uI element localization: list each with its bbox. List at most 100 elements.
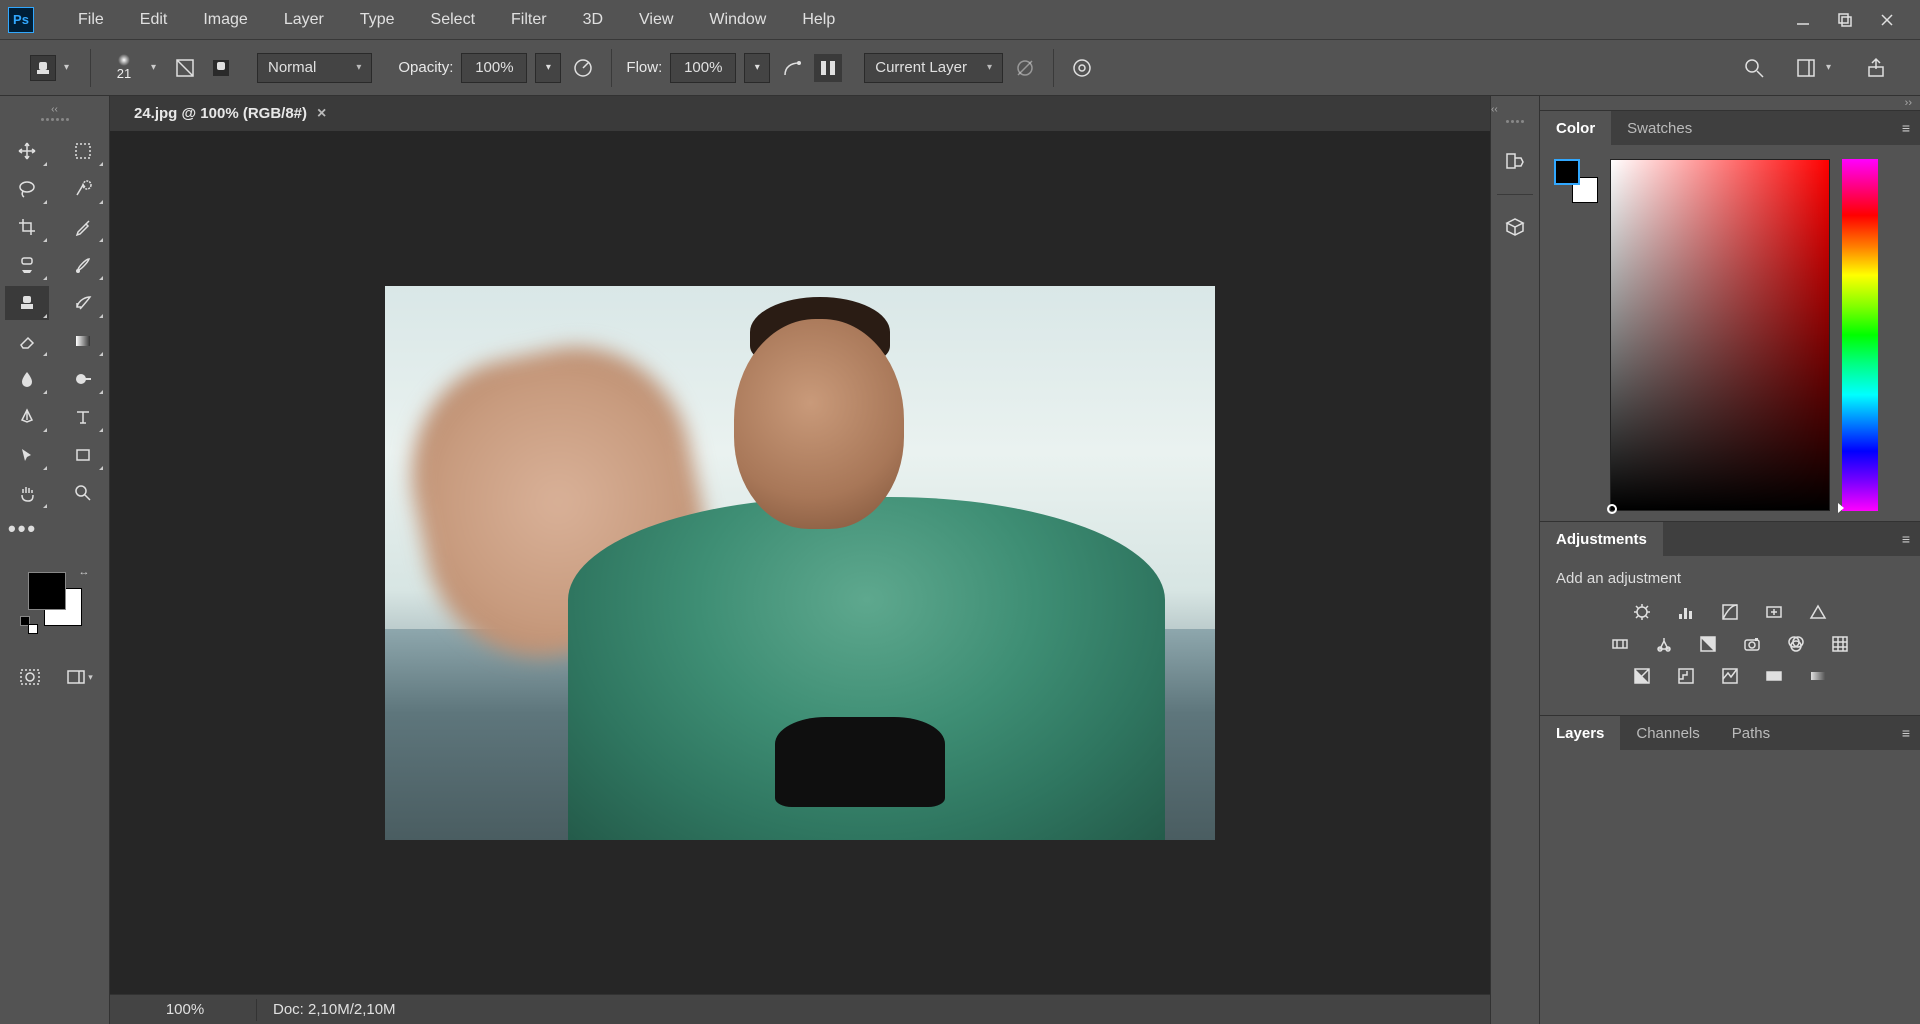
opacity-input[interactable]: 100% (461, 53, 527, 83)
type-tool[interactable] (61, 400, 105, 434)
gradient-map-icon[interactable] (1763, 665, 1785, 687)
eraser-tool[interactable] (5, 324, 49, 358)
close-tab-icon[interactable]: × (317, 105, 326, 123)
zoom-level[interactable]: 100% (130, 1001, 240, 1018)
pressure-size-icon[interactable] (1068, 54, 1096, 82)
panel-menu-icon[interactable]: ≡ (1892, 120, 1920, 136)
tab-paths[interactable]: Paths (1716, 716, 1786, 750)
share-icon[interactable] (1862, 54, 1890, 82)
maximize-icon[interactable] (1836, 11, 1854, 29)
blur-tool[interactable] (5, 362, 49, 396)
black-white-icon[interactable] (1697, 633, 1719, 655)
menu-type[interactable]: Type (342, 0, 413, 40)
flow-dropdown[interactable]: ▾ (744, 53, 770, 83)
menu-help[interactable]: Help (784, 0, 853, 40)
invert-icon[interactable] (1631, 665, 1653, 687)
tab-swatches[interactable]: Swatches (1611, 111, 1708, 145)
grip-icon[interactable] (33, 118, 77, 126)
levels-icon[interactable] (1675, 601, 1697, 623)
menu-select[interactable]: Select (413, 0, 493, 40)
flow-input[interactable]: 100% (670, 53, 736, 83)
menu-view[interactable]: View (621, 0, 691, 40)
menu-filter[interactable]: Filter (493, 0, 565, 40)
collapse-dock-icon[interactable]: ‹‹ (1491, 102, 1539, 116)
doc-info[interactable]: Doc: 2,10M/2,10M (273, 1001, 396, 1018)
panel-fgbg-colors[interactable] (1554, 159, 1598, 203)
brush-preset-dropdown[interactable]: ▾ (151, 62, 163, 73)
canvas-viewport[interactable] (110, 132, 1490, 994)
vibrance-icon[interactable] (1807, 601, 1829, 623)
gradient-tool[interactable] (61, 324, 105, 358)
color-lookup-icon[interactable] (1829, 633, 1851, 655)
clone-stamp-tool[interactable] (5, 286, 49, 320)
pen-tool[interactable] (5, 400, 49, 434)
hue-slider[interactable] (1842, 159, 1878, 511)
aligned-icon[interactable] (814, 54, 842, 82)
history-panel-icon[interactable] (1497, 144, 1533, 180)
menu-file[interactable]: File (60, 0, 122, 40)
clone-source-icon[interactable] (207, 54, 235, 82)
default-colors-icon[interactable] (20, 616, 38, 634)
color-balance-icon[interactable] (1653, 633, 1675, 655)
foreground-background-colors[interactable]: ↔ (20, 564, 90, 634)
close-icon[interactable] (1878, 11, 1896, 29)
path-select-tool[interactable] (5, 438, 49, 472)
tab-layers[interactable]: Layers (1540, 716, 1620, 750)
threshold-icon[interactable] (1719, 665, 1741, 687)
marquee-tool[interactable] (61, 134, 105, 168)
swap-colors-icon[interactable]: ↔ (79, 566, 90, 578)
color-field[interactable] (1610, 159, 1830, 511)
rectangle-tool[interactable] (61, 438, 105, 472)
workspace-icon[interactable] (1792, 54, 1820, 82)
airbrush-icon[interactable] (778, 54, 806, 82)
dodge-tool[interactable] (61, 362, 105, 396)
current-tool-icon[interactable] (30, 55, 56, 81)
collapse-tools-icon[interactable]: ‹‹ (0, 102, 109, 116)
ignore-adjustment-icon[interactable] (1011, 54, 1039, 82)
menu-window[interactable]: Window (691, 0, 784, 40)
curves-icon[interactable] (1719, 601, 1741, 623)
hue-saturation-icon[interactable] (1609, 633, 1631, 655)
menu-image[interactable]: Image (185, 0, 265, 40)
collapse-panels-icon[interactable]: ›› (1540, 96, 1920, 110)
quick-select-tool[interactable] (61, 172, 105, 206)
menu-3d[interactable]: 3D (565, 0, 621, 40)
tab-adjustments[interactable]: Adjustments (1540, 522, 1663, 556)
channel-mixer-icon[interactable] (1785, 633, 1807, 655)
pressure-opacity-icon[interactable] (569, 54, 597, 82)
panel-menu-icon[interactable]: ≡ (1892, 725, 1920, 741)
eyedropper-tool[interactable] (61, 210, 105, 244)
edit-toolbar-button[interactable]: ••• (0, 510, 109, 554)
opacity-dropdown[interactable]: ▾ (535, 53, 561, 83)
brush-preview[interactable]: 21 (105, 52, 143, 84)
zoom-tool[interactable] (61, 476, 105, 510)
grip-icon[interactable] (1493, 120, 1537, 128)
history-brush-tool[interactable] (61, 286, 105, 320)
hand-tool[interactable] (5, 476, 49, 510)
brush-panel-icon[interactable] (171, 54, 199, 82)
brush-tool[interactable] (61, 248, 105, 282)
menu-edit[interactable]: Edit (122, 0, 186, 40)
tab-color[interactable]: Color (1540, 111, 1611, 145)
tab-channels[interactable]: Channels (1620, 716, 1715, 750)
foreground-color-swatch[interactable] (28, 572, 66, 610)
panel-menu-icon[interactable]: ≡ (1892, 531, 1920, 547)
photo-filter-icon[interactable] (1741, 633, 1763, 655)
document-tab[interactable]: 24.jpg @ 100% (RGB/8#) × (122, 96, 338, 132)
libraries-panel-icon[interactable] (1497, 209, 1533, 245)
healing-brush-tool[interactable] (5, 248, 49, 282)
menu-layer[interactable]: Layer (266, 0, 342, 40)
quick-mask-icon[interactable] (15, 664, 45, 690)
posterize-icon[interactable] (1675, 665, 1697, 687)
crop-tool[interactable] (5, 210, 49, 244)
search-icon[interactable] (1740, 54, 1768, 82)
workspace-dropdown[interactable]: ▾ (1826, 62, 1838, 73)
selective-color-icon[interactable] (1807, 665, 1829, 687)
exposure-icon[interactable] (1763, 601, 1785, 623)
tool-preset-dropdown[interactable]: ▾ (64, 62, 76, 73)
move-tool[interactable] (5, 134, 49, 168)
lasso-tool[interactable] (5, 172, 49, 206)
brightness-contrast-icon[interactable] (1631, 601, 1653, 623)
sample-select[interactable]: Current Layer ▾ (864, 53, 1003, 83)
panel-fg-swatch[interactable] (1554, 159, 1580, 185)
